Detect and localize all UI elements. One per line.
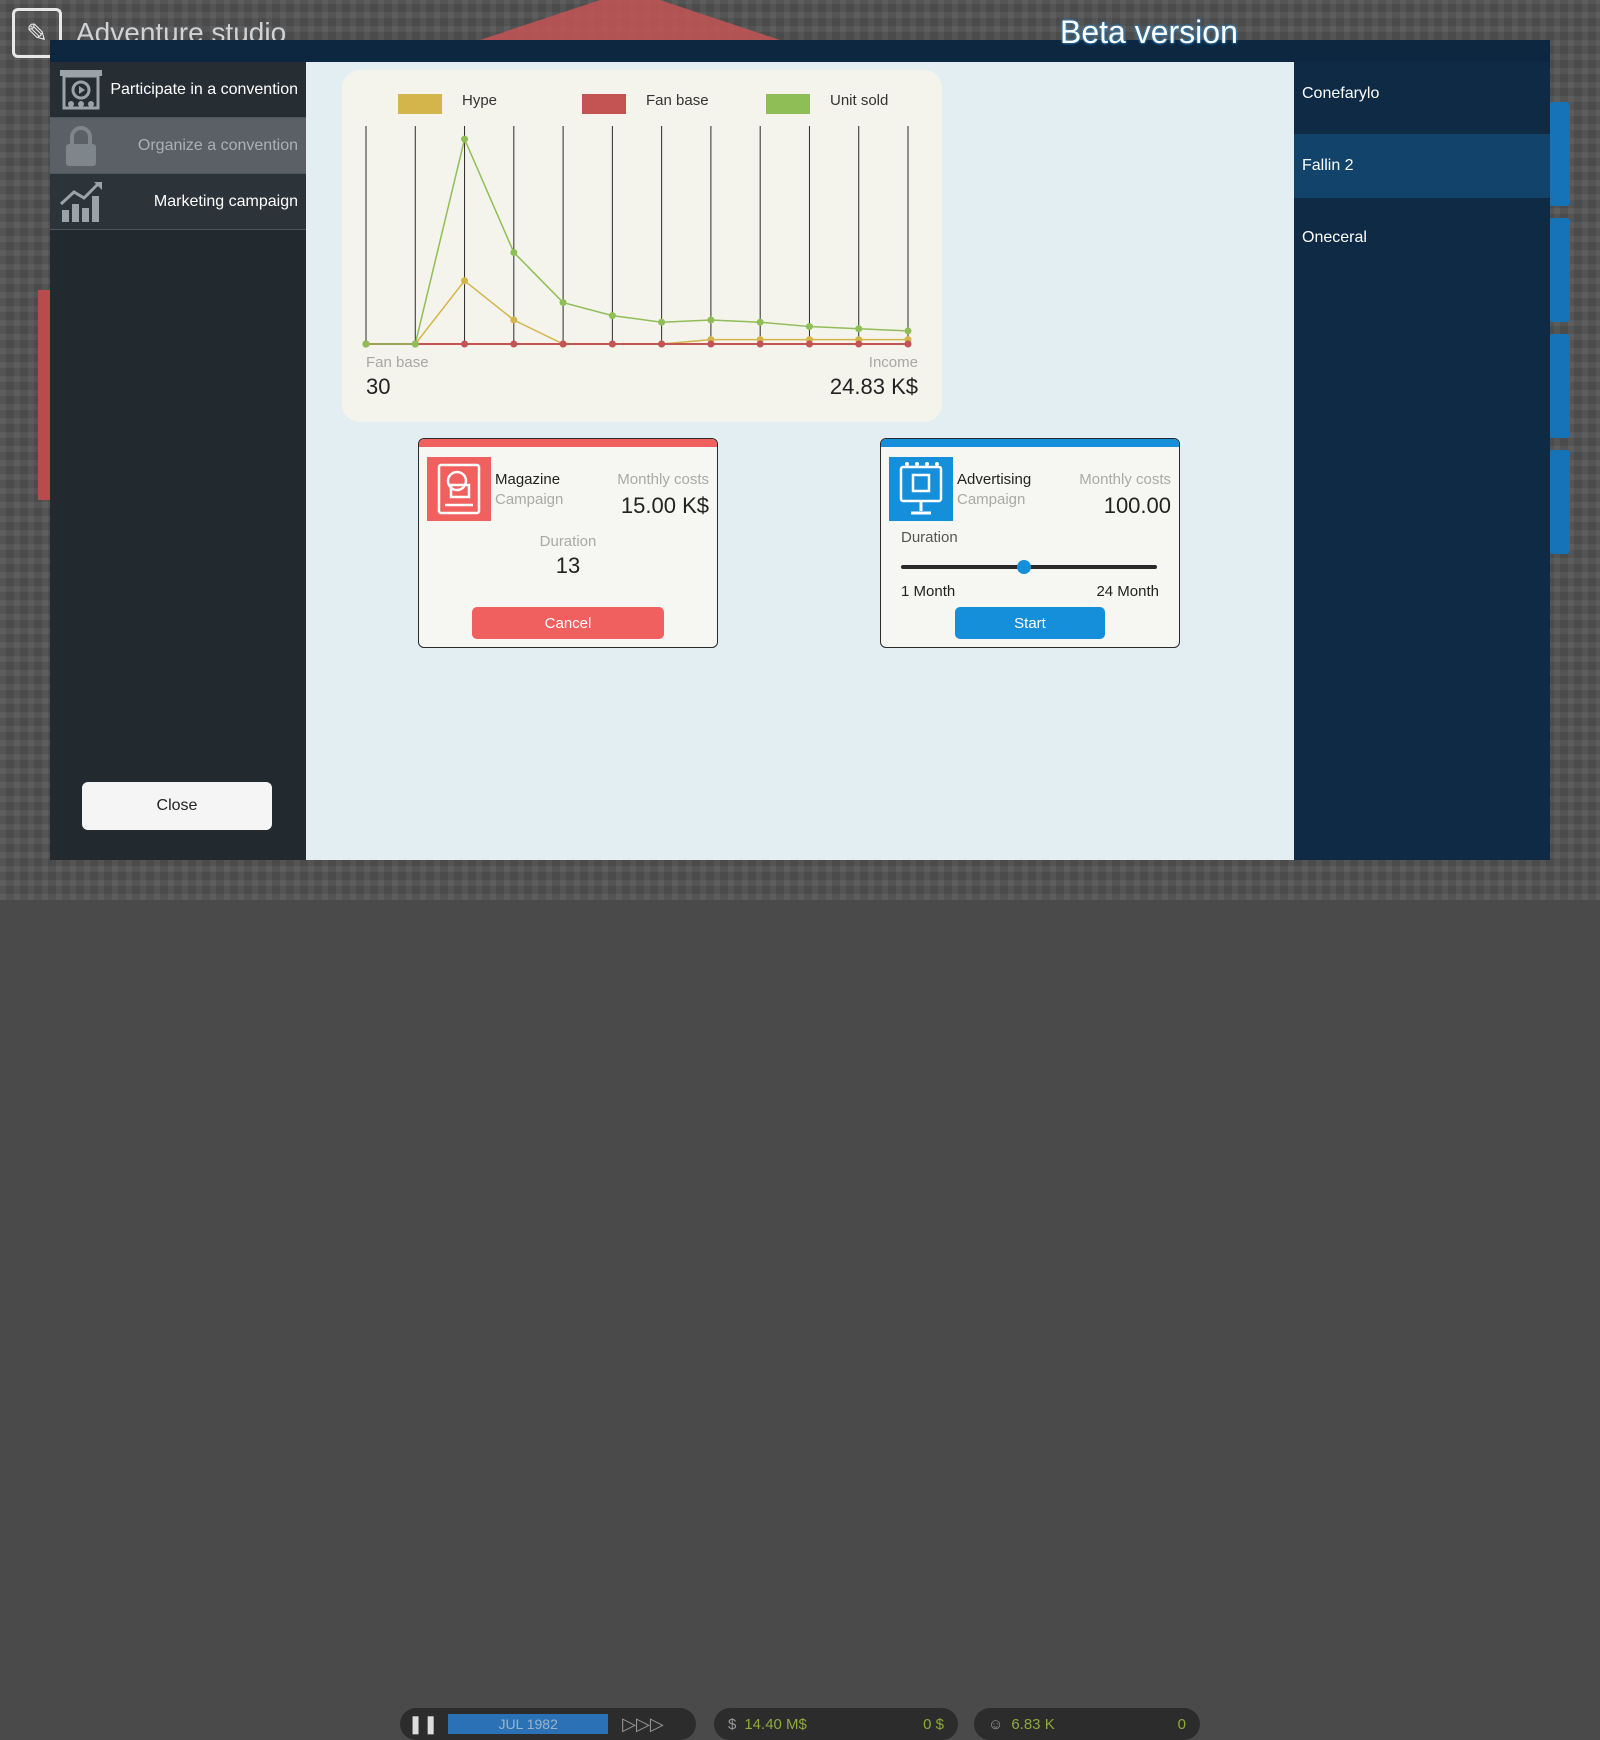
menu-item-marketing-campaign[interactable]: Marketing campaign [50,174,306,230]
beta-label: Beta version [1060,14,1238,50]
data-point-fan-base [658,340,666,348]
money-value: 14.40 M$ [744,1715,807,1733]
side-tab [1548,450,1570,554]
fans-value: 6.83 K [1011,1715,1055,1733]
campaign-accent-bar [881,439,1179,447]
growth-chart-icon [59,182,102,222]
data-point-unit-sold [461,135,469,143]
side-tab [1548,102,1570,206]
monthly-costs-value: 100.00 [1103,493,1171,518]
fast-forward-icon[interactable]: ▷▷▷ [622,1714,664,1735]
menu-item-participate-convention[interactable]: Participate in a convention [50,62,306,118]
data-point-fan-base [559,340,567,348]
start-campaign-button[interactable]: Start [955,607,1105,639]
duration-label: Duration [539,533,597,550]
game-list-item[interactable]: Oneceral [1294,206,1550,270]
legend-swatch-fan-base [582,94,626,114]
fans-icon: ☺ [988,1715,1004,1733]
income-label: Income [868,354,918,371]
data-point-fan-base [707,340,715,348]
duration-value: 13 [555,553,581,578]
series-line-hype [366,279,908,345]
data-point-fan-base [461,340,469,348]
menu-item-organize-convention: Organize a convention [50,118,306,174]
data-point-unit-sold [411,340,419,348]
pause-icon[interactable]: ❚❚ [408,1714,438,1735]
data-point-unit-sold [510,248,518,256]
series-line-unit-sold [366,136,909,345]
duration-label: Duration [901,529,958,546]
data-point-unit-sold [608,312,616,320]
monthly-costs-value: 15.00 K$ [620,493,709,518]
duration-slider-handle[interactable] [1016,560,1031,574]
campaign-content: Hype Fan base Unit sold Fan base 30 Inco… [306,62,1294,860]
cancel-campaign-button[interactable]: Cancel [472,607,664,639]
campaign-name: Magazine [495,471,561,488]
campaign-accent-bar [419,439,717,447]
money-display: $14.40 M$ 0 $ [714,1708,958,1740]
line-chart [362,126,912,348]
data-point-unit-sold [805,323,813,331]
legend-swatch-hype [398,94,442,114]
left-menu: Participate in a convention Organize a c… [50,62,306,860]
data-point-hype [510,316,518,324]
lock-icon [66,126,96,166]
duration-slider[interactable] [901,560,1157,574]
data-point-fan-base [904,340,912,348]
menu-label: Participate in a convention [110,80,298,98]
data-point-fan-base [510,340,518,348]
magazine-icon [427,457,491,521]
menu-label: Marketing campaign [153,192,298,210]
menu-label: Organize a convention [137,136,298,154]
campaign-subtitle: Campaign [495,491,564,508]
advertising-campaign-card: Advertising Campaign Monthly costs 100.0… [880,438,1180,648]
data-point-unit-sold [559,299,567,307]
close-button[interactable]: Close [82,782,272,830]
convention-stage-icon [60,70,102,110]
data-point-unit-sold [658,318,666,326]
time-control: ❚❚ JUL 1982 ▷▷▷ [400,1708,696,1740]
income-value: 24.83 K$ [829,374,918,399]
data-point-unit-sold [707,316,715,324]
money-delta: 0 $ [923,1715,944,1733]
date-progress: JUL 1982 [448,1714,609,1734]
data-point-fan-base [855,340,863,348]
fans-delta: 0 [1177,1715,1186,1733]
billboard-icon [889,457,953,521]
data-point-fan-base [608,340,616,348]
data-point-unit-sold [756,318,764,326]
side-tab [1548,218,1570,322]
data-point-unit-sold [362,340,370,348]
fans-display: ☺ 6.83 K 0 [974,1708,1200,1740]
campaign-name: Advertising [957,471,1032,488]
data-point-unit-sold [855,325,863,333]
legend-swatch-unit-sold [766,94,810,114]
fan-base-value: 30 [366,374,391,399]
fan-base-label: Fan base [366,354,429,371]
data-point-unit-sold [904,327,912,335]
monthly-costs-label: Monthly costs [617,471,709,488]
data-point-fan-base [756,340,764,348]
slider-max-label: 24 Month [1096,583,1159,600]
legend-label-unit-sold: Unit sold [830,92,889,109]
monthly-costs-label: Monthly costs [1079,471,1171,488]
chart-card: Hype Fan base Unit sold Fan base 30 Inco… [342,70,942,422]
legend-label-hype: Hype [462,92,498,109]
campaign-subtitle: Campaign [957,491,1026,508]
slider-min-label: 1 Month [901,583,956,600]
legend-label-fan-base: Fan base [646,92,709,109]
data-point-hype [461,277,469,285]
data-point-fan-base [805,340,813,348]
game-list-item[interactable]: Conefarylo [1294,62,1550,126]
current-date: JUL 1982 [498,1716,558,1732]
side-tab [1548,334,1570,438]
dollar-icon: $ [728,1715,737,1733]
game-list-item[interactable]: Fallin 2 [1294,134,1550,198]
game-list: Conefarylo Fallin 2 Oneceral [1294,62,1550,860]
magazine-campaign-card: Magazine Campaign Monthly costs 15.00 K$… [418,438,718,648]
